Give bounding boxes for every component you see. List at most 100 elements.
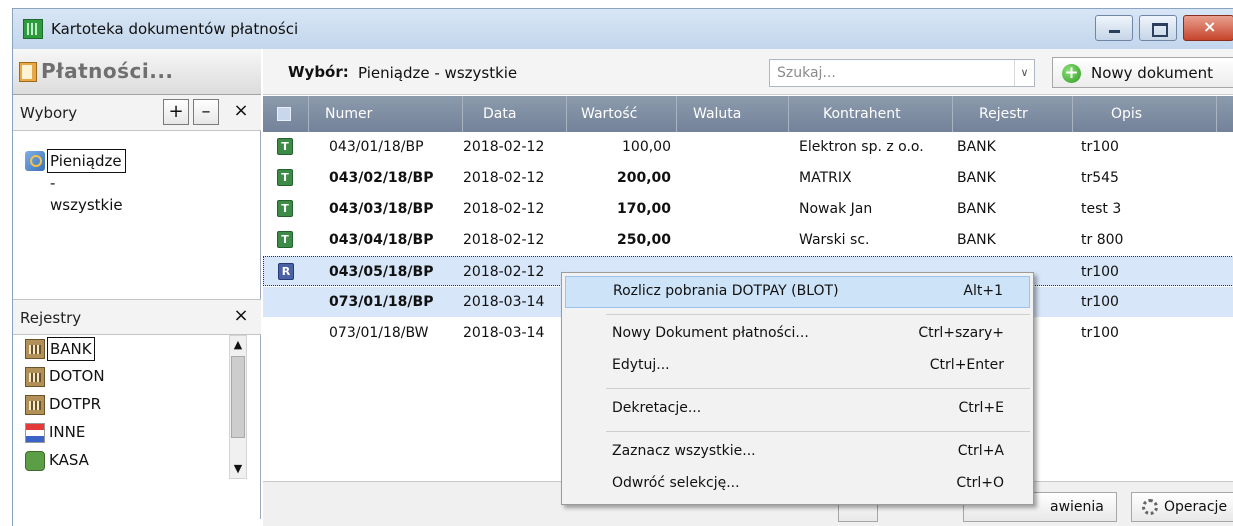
select-all-checkbox[interactable] [277,107,291,121]
maximize-button[interactable] [1139,15,1177,41]
menu-item-shortcut: Ctrl+O [956,475,1004,491]
cell-opis: tr100 [1081,325,1119,341]
window-title: Kartoteka dokumentów płatności [51,20,299,38]
wybory-bar: Wybory + – × [13,95,261,131]
rejestr-item-label: KASA [49,451,89,469]
cell-rejestr: BANK [957,232,996,248]
menu-item-shortcut: Alt+1 [963,283,1003,299]
menu-item-dekretacje[interactable]: Dekretacje... Ctrl+E [565,394,1030,426]
cell-wartosc: 250,00 [616,232,671,248]
cell-rejestr: BANK [957,170,996,186]
cell-data: 2018-03-14 [463,325,545,341]
menu-item-rozlicz-dotpay[interactable]: Rozlicz pobrania DOTPAY (BLOT) Alt+1 [565,276,1030,308]
menu-item-shortcut: Ctrl+szary+ [918,325,1004,341]
search-filter-icon [25,151,45,171]
select-all-column[interactable] [263,96,309,132]
cell-data: 2018-03-14 [463,294,545,310]
column-opis[interactable]: Opis [1073,96,1217,132]
wybor-caption: Wybór: [288,63,349,81]
cash-icon [25,451,45,471]
cell-numer: 043/05/18/BP [329,264,434,280]
menu-item-shortcut: Ctrl+A [957,443,1004,459]
table-row[interactable]: T 043/02/18/BP 2018-02-12 200,00 MATRIX … [263,163,1233,193]
menu-item-label: Rozlicz pobrania DOTPAY (BLOT) [613,283,839,299]
close-wybory-button[interactable]: × [228,99,254,125]
column-rejestr[interactable]: Rejestr [953,96,1073,132]
menu-item-edytuj[interactable]: Edytuj... Ctrl+Enter [565,351,1030,383]
cell-numer: 073/01/18/BW [329,325,429,341]
cell-numer: 043/01/18/BP [329,139,424,155]
menu-item-label: Zaznacz wszystkie... [612,443,756,459]
app-icon [23,19,43,39]
menu-item-label: Edytuj... [612,357,670,373]
menu-separator [606,431,1030,432]
table-header: Numer Data Wartość Waluta Kontrahent Rej… [263,96,1233,132]
column-wartosc[interactable]: Wartość [567,96,677,132]
cell-kontrahent: Warski sc. [799,232,870,248]
table-row[interactable]: T 043/03/18/BP 2018-02-12 170,00 Nowak J… [263,194,1233,224]
add-wybor-button[interactable]: + [163,99,189,125]
status-badge: T [277,200,293,217]
table-row[interactable]: T 043/04/18/BP 2018-02-12 250,00 Warski … [263,225,1233,255]
gear-icon [1142,499,1158,515]
search-box[interactable]: ∨ [769,59,1035,87]
wybor-item-label: Pieniądze - wszystkie [47,149,126,214]
column-data[interactable]: Data [463,96,567,132]
close-window-button[interactable]: × [1183,15,1233,41]
cell-opis: test 3 [1081,201,1122,217]
table-row[interactable]: T 043/01/18/BP 2018-02-12 100,00 Elektro… [263,132,1233,162]
cell-data: 2018-02-12 [463,232,545,248]
menu-item-shortcut: Ctrl+Enter [929,357,1004,373]
status-badge: T [277,231,293,248]
menu-separator [606,314,1030,315]
operations-button[interactable]: Operacje [1131,492,1233,522]
context-menu: Rozlicz pobrania DOTPAY (BLOT) Alt+1 Now… [561,272,1034,505]
bank-icon [25,367,45,387]
cell-numer: 043/02/18/BP [329,170,434,186]
wybory-label: Wybory [20,104,78,122]
cell-opis: tr100 [1081,294,1119,310]
rejestr-item-label: DOTON [49,367,105,385]
settings-label: awienia [1050,499,1104,515]
cell-wartosc: 100,00 [622,139,671,155]
new-document-button[interactable]: + Nowy dokument [1052,57,1233,88]
cell-numer: 043/03/18/BP [329,201,434,217]
scroll-thumb[interactable] [231,356,245,438]
rejestr-item-label: BANK [47,337,95,361]
menu-item-label: Dekretacje... [612,400,702,416]
scroll-up-icon[interactable]: ▲ [230,336,246,354]
cell-kontrahent: MATRIX [799,170,852,186]
menu-item-label: Odwróć selekcję... [612,475,740,491]
search-input[interactable] [770,60,1014,86]
cell-numer: 073/01/18/BP [329,294,434,310]
title-bar[interactable]: Kartoteka dokumentów płatności × [13,9,1233,49]
minimize-button[interactable] [1095,15,1133,41]
status-badge: T [277,169,293,186]
cell-opis: tr100 [1081,139,1119,155]
cell-data: 2018-02-12 [463,264,545,280]
cell-data: 2018-02-12 [463,139,545,155]
wybor-value: Pieniądze - wszystkie [358,64,518,82]
scroll-down-icon[interactable]: ▼ [230,460,246,478]
menu-item-zaznacz-wszystkie[interactable]: Zaznacz wszystkie... Ctrl+A [565,437,1030,469]
rejestr-item-label: INNE [49,423,86,441]
operations-label: Operacje [1164,499,1228,515]
cell-opis: tr100 [1081,264,1119,280]
cell-opis: tr545 [1081,170,1119,186]
cell-wartosc: 200,00 [616,170,671,186]
column-kontrahent[interactable]: Kontrahent [789,96,953,132]
remove-wybor-button[interactable]: – [193,99,219,125]
flag-icon [25,423,45,443]
column-waluta[interactable]: Waluta [677,96,789,132]
chevron-down-icon[interactable]: ∨ [1014,60,1034,86]
rejestry-label: Rejestry [20,309,82,327]
rejestry-scrollbar[interactable]: ▲ ▼ [229,335,247,479]
left-panel-header: Płatności... [13,49,261,95]
close-rejestry-button[interactable]: × [228,304,254,330]
column-numer[interactable]: Numer [309,96,463,132]
menu-item-label: Nowy Dokument płatności... [612,325,809,341]
rejestr-item-label: DOTPR [49,395,101,413]
menu-item-nowy-dokument[interactable]: Nowy Dokument płatności... Ctrl+szary+ [565,319,1030,351]
menu-item-odwroc-selekcje[interactable]: Odwróć selekcję... Ctrl+O [565,469,1030,501]
new-document-label: Nowy dokument [1091,64,1213,82]
